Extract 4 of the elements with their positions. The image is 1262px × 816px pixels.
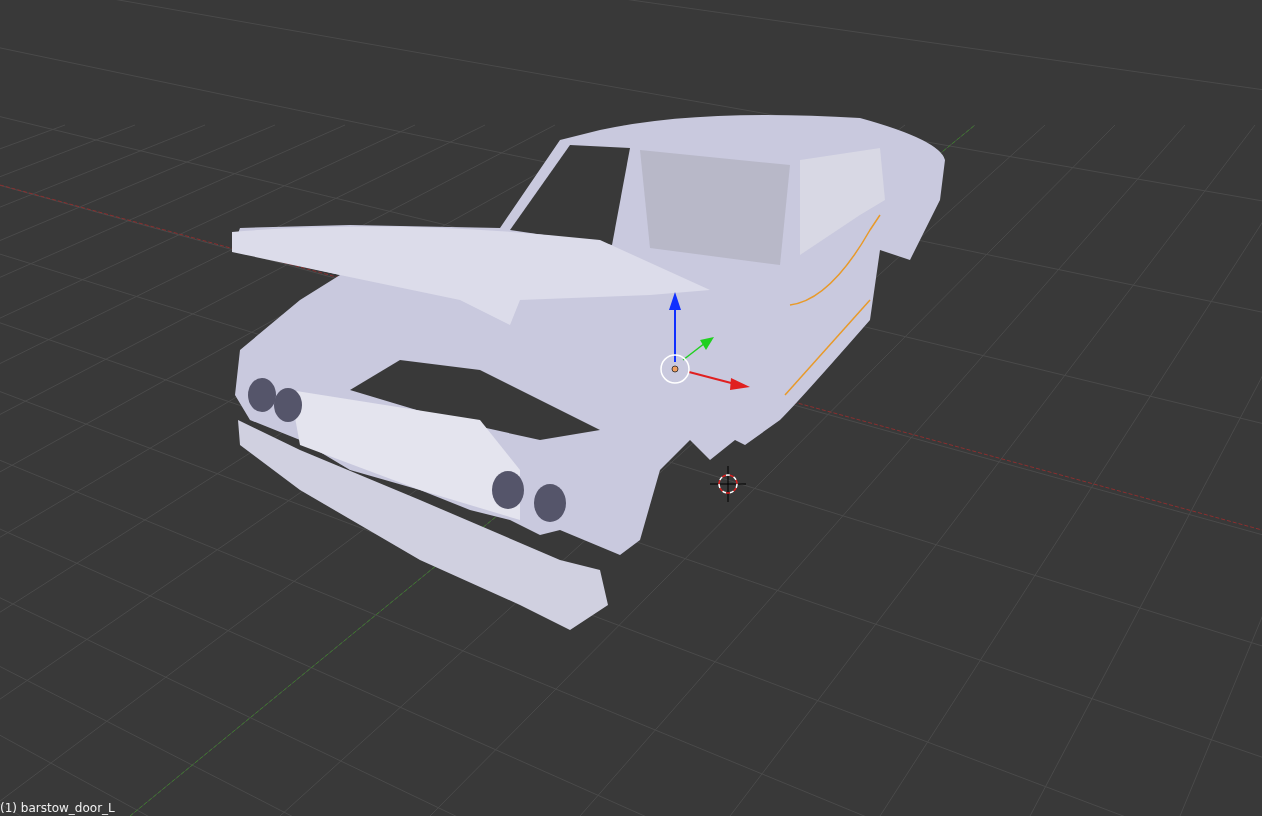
- transform-gizmo-drawing[interactable]: [660, 292, 750, 390]
- 3d-cursor-icon[interactable]: [709, 465, 747, 503]
- 3d-viewport[interactable]: (1) barstow_door_L: [0, 0, 1262, 816]
- object-name-label: (1) barstow_door_L: [0, 801, 115, 815]
